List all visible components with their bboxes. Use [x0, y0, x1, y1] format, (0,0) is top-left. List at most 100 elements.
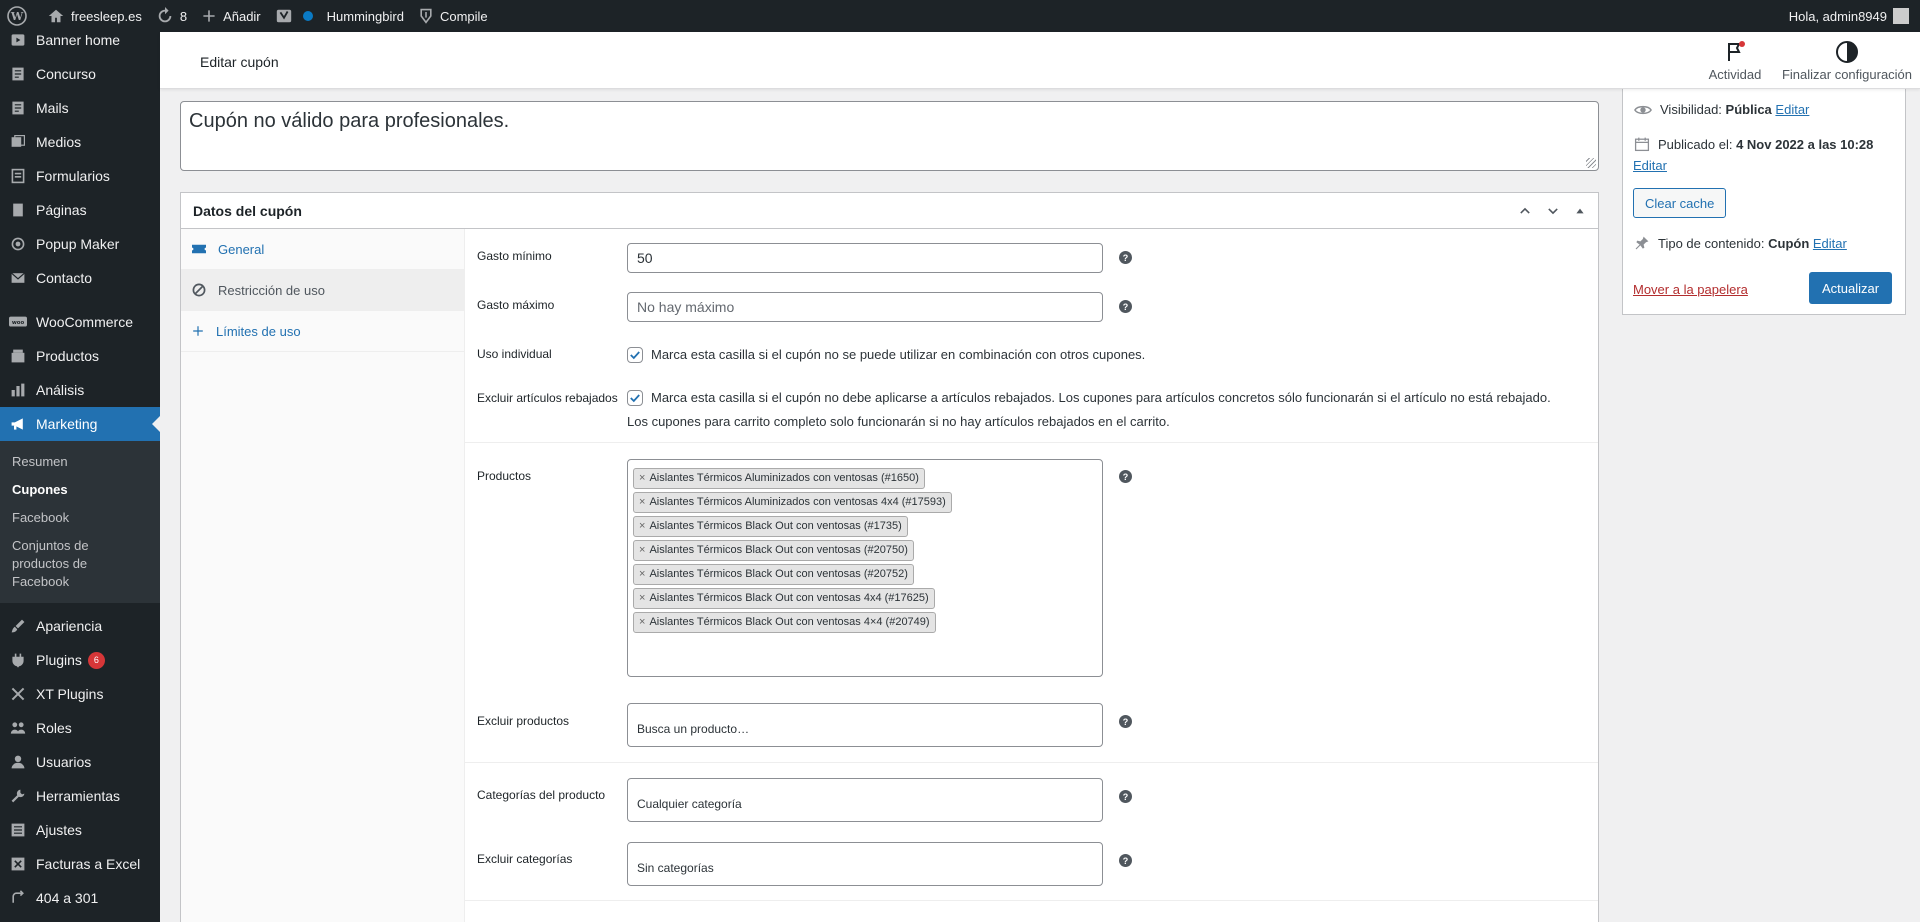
menu-item-plugins[interactable]: Plugins 6 [0, 643, 160, 677]
remove-tag-icon[interactable]: × [639, 568, 645, 580]
menu-item-marketing[interactable]: Marketing [0, 407, 160, 441]
categories-input[interactable]: Cualquier categoría [627, 778, 1103, 822]
compile-link[interactable]: Compile [411, 0, 495, 32]
eye-icon [1634, 105, 1652, 114]
menu-item-popup-maker[interactable]: Popup Maker [0, 227, 160, 261]
remove-tag-icon[interactable]: × [639, 472, 645, 484]
menu-item-woocommerce[interactable]: woo WooCommerce [0, 305, 160, 339]
remove-tag-icon[interactable]: × [639, 592, 645, 604]
menu-item-contacto[interactable]: Contacto [0, 261, 160, 295]
menu-item-concurso[interactable]: Concurso [0, 57, 160, 91]
yoast-link[interactable] [268, 0, 320, 32]
product-tag[interactable]: × Aislantes Térmicos Black Out con ventos… [633, 588, 935, 609]
help-icon[interactable]: ? [1119, 854, 1132, 867]
menu-item-productos[interactable]: Productos [0, 339, 160, 373]
categories-placeholder: Cualquier categoría [637, 797, 742, 811]
tab-usage-restriction[interactable]: Restricción de uso [181, 270, 464, 311]
updates-link[interactable]: 8 [149, 0, 194, 32]
exclude-categories-label: Excluir categorías [477, 852, 573, 866]
menu-item-xt-plugins[interactable]: XT Plugins [0, 677, 160, 711]
menu-label: Concurso [36, 66, 96, 82]
add-new-link[interactable]: Añadir [194, 0, 268, 32]
max-spend-input[interactable]: No hay máximo [627, 292, 1103, 322]
product-tag[interactable]: × Aislantes Térmicos Black Out con ventos… [633, 516, 908, 537]
resize-handle-icon[interactable] [1586, 158, 1596, 168]
tab-usage-limits[interactable]: Límites de uso [181, 311, 464, 352]
move-to-trash-link[interactable]: Mover a la papelera [1633, 282, 1748, 297]
remove-tag-icon[interactable]: × [639, 520, 645, 532]
exclude-categories-placeholder: Sin categorías [637, 861, 714, 875]
visibility-edit-link[interactable]: Editar [1775, 102, 1809, 117]
admin-bar: W freesleep.es 8 Añadir Hummingbird Comp… [0, 0, 1920, 32]
product-tag-label: Aislantes Térmicos Black Out con ventosa… [649, 544, 908, 556]
refresh-icon [158, 7, 172, 23]
menu-item-medios[interactable]: Medios [0, 125, 160, 159]
menu-item-formularios[interactable]: Formularios [0, 159, 160, 193]
hummingbird-link[interactable]: Hummingbird [320, 0, 411, 32]
menu-label: Banner home [36, 32, 121, 48]
menu-label: Usuarios [36, 754, 92, 770]
menu-item-mails[interactable]: Mails [0, 91, 160, 125]
min-spend-label: Gasto mínimo [477, 249, 552, 263]
megaphone-icon [8, 414, 28, 434]
menu-item-facturas-excel[interactable]: Facturas a Excel [0, 847, 160, 881]
site-name-link[interactable]: freesleep.es [40, 0, 149, 32]
flag-icon [1728, 41, 1745, 61]
menu-item-usuarios[interactable]: Usuarios [0, 745, 160, 779]
submenu-item-facebook-product-sets[interactable]: Conjuntos de productos de Facebook [0, 532, 110, 596]
menu-item-404-301[interactable]: 404 a 301 [0, 881, 160, 915]
menu-item-apariencia[interactable]: Apariencia [0, 609, 160, 643]
tab-general[interactable]: General [181, 229, 464, 270]
clear-cache-button[interactable]: Clear cache [1633, 188, 1727, 218]
exclude-categories-input[interactable]: Sin categorías [627, 842, 1103, 886]
menu-item-analisis[interactable]: Análisis [0, 373, 160, 407]
yoast-icon [276, 9, 291, 23]
account-link[interactable]: Hola, admin8949 [1782, 0, 1916, 32]
activity-button[interactable]: Actividad [1700, 40, 1770, 82]
menu-label: Formularios [36, 168, 110, 184]
remove-tag-icon[interactable]: × [639, 496, 645, 508]
finish-setup-button[interactable]: Finalizar configuración [1778, 40, 1916, 82]
product-tag[interactable]: × Aislantes Térmicos Aluminizados con ven… [633, 492, 952, 513]
menu-label: Ajustes [36, 822, 82, 838]
help-icon[interactable]: ? [1119, 715, 1132, 728]
submenu-item-cupones[interactable]: Cupones [0, 476, 160, 504]
products-multiselect[interactable]: × Aislantes Térmicos Aluminizados con ven… [627, 459, 1103, 677]
menu-label: Popup Maker [36, 236, 120, 252]
menu-item-banner-home[interactable]: Banner home [0, 32, 160, 57]
individual-use-checkbox[interactable] [627, 347, 643, 363]
product-tag[interactable]: × Aislantes Térmicos Black Out con ventos… [633, 564, 914, 585]
submenu-item-resumen[interactable]: Resumen [0, 448, 160, 476]
help-icon[interactable]: ? [1119, 790, 1132, 803]
excerpt-textarea[interactable]: Cupón no válido para profesionales. [180, 101, 1599, 171]
min-spend-input[interactable]: 50 [627, 243, 1103, 273]
published-edit-link[interactable]: Editar [1633, 158, 1667, 173]
collapse-toggle-icon[interactable] [1574, 205, 1586, 217]
help-icon[interactable]: ? [1119, 300, 1132, 313]
submenu-item-facebook[interactable]: Facebook [0, 504, 160, 532]
tab-label: Restricción de uso [218, 282, 325, 298]
product-tag[interactable]: × Aislantes Térmicos Black Out con ventos… [633, 540, 914, 561]
roles-icon [8, 718, 28, 738]
menu-item-ajustes[interactable]: Ajustes [0, 813, 160, 847]
remove-tag-icon[interactable]: × [639, 616, 645, 628]
menu-item-roles[interactable]: Roles [0, 711, 160, 745]
chevron-up-icon[interactable] [1518, 204, 1532, 218]
content-type-edit-link[interactable]: Editar [1813, 236, 1847, 251]
exclude-products-input[interactable]: Busca un producto… [627, 703, 1103, 747]
update-button[interactable]: Actualizar [1809, 272, 1893, 304]
menu-item-paginas[interactable]: Páginas [0, 193, 160, 227]
help-icon[interactable]: ? [1119, 251, 1132, 264]
product-tag[interactable]: × Aislantes Térmicos Black Out con ventos… [633, 612, 936, 633]
product-tag-label: Aislantes Térmicos Black Out con ventosa… [649, 520, 902, 532]
add-new-label: Añadir [223, 8, 261, 24]
help-icon[interactable]: ? [1119, 470, 1132, 483]
chevron-down-icon[interactable] [1546, 204, 1560, 218]
wordpress-logo-icon[interactable]: W [0, 0, 40, 32]
product-tag[interactable]: × Aislantes Térmicos Aluminizados con ven… [633, 468, 925, 489]
plugin-icon [8, 650, 28, 670]
page-icon [8, 64, 28, 84]
menu-item-herramientas[interactable]: Herramientas [0, 779, 160, 813]
remove-tag-icon[interactable]: × [639, 544, 645, 556]
xt-icon [8, 684, 28, 704]
